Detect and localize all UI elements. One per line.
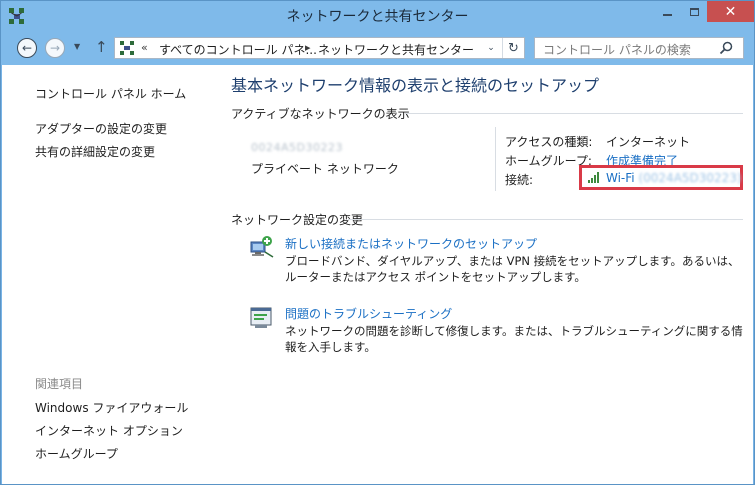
sidebar-link-internet-options[interactable]: インターネット オプション bbox=[35, 422, 183, 439]
new-connection-description: ブロードバンド、ダイヤルアップ、または VPN 接続をセットアップします。あるい… bbox=[285, 254, 740, 284]
close-icon: ✕ bbox=[724, 3, 737, 20]
sidebar: コントロール パネル ホーム アダプターの設定の変更 共有の詳細設定の変更 関連… bbox=[2, 65, 217, 484]
vertical-divider bbox=[495, 127, 496, 191]
troubleshoot-icon bbox=[250, 307, 272, 328]
troubleshoot-description: ネットワークの問題を診断して修復します。または、トラブルシューティングに関する情… bbox=[285, 324, 743, 354]
recent-locations-button[interactable]: ▼ bbox=[74, 42, 80, 51]
access-type-value: インターネット bbox=[606, 135, 691, 149]
wifi-ssid: (0024A5D30223) bbox=[638, 171, 742, 185]
breadcrumb-item-network-center[interactable]: ネットワークと共有センター bbox=[318, 41, 474, 58]
window: ネットワークと共有センター ✕ ← → ▼ ↑ « すべてのコントロール パネ.… bbox=[0, 0, 755, 485]
minimize-icon bbox=[663, 14, 672, 16]
up-button[interactable]: ↑ bbox=[95, 38, 108, 56]
content-area: コントロール パネル ホーム アダプターの設定の変更 共有の詳細設定の変更 関連… bbox=[2, 65, 753, 484]
address-dropdown-button[interactable]: ⌄ bbox=[481, 38, 501, 58]
chevron-down-icon: ⌄ bbox=[487, 43, 495, 53]
minimize-button[interactable] bbox=[654, 1, 681, 23]
wifi-signal-icon bbox=[588, 172, 599, 183]
forward-arrow-icon: → bbox=[49, 41, 61, 55]
search-input[interactable]: コントロール パネルの検索 bbox=[534, 37, 744, 59]
active-networks-heading: アクティブなネットワークの表示 bbox=[231, 107, 410, 121]
breadcrumb-overflow-icon[interactable]: « bbox=[141, 41, 148, 54]
address-bar[interactable]: « すべてのコントロール パネ... ▸ ネットワークと共有センター ⌄ ↻ bbox=[114, 37, 525, 59]
up-arrow-icon: ↑ bbox=[95, 38, 108, 56]
breadcrumb-item-control-panel[interactable]: すべてのコントロール パネ... bbox=[159, 41, 317, 58]
main-panel: 基本ネットワーク情報の表示と接続のセットアップ アクティブなネットワークの表示 … bbox=[217, 65, 753, 484]
related-items-heading: 関連項目 bbox=[35, 377, 84, 391]
sidebar-link-windows-firewall[interactable]: Windows ファイアウォール bbox=[35, 399, 188, 416]
back-button[interactable]: ← bbox=[17, 38, 37, 58]
new-connection-link[interactable]: 新しい接続またはネットワークのセットアップ bbox=[285, 235, 537, 252]
chevron-down-icon: ▼ bbox=[74, 42, 81, 51]
navigation-bar: ← → ▼ ↑ « すべてのコントロール パネ... ▸ ネットワークと共有セン… bbox=[1, 31, 754, 65]
search-placeholder: コントロール パネルの検索 bbox=[543, 43, 691, 57]
access-type-label: アクセスの種類: bbox=[505, 135, 593, 149]
section-divider bbox=[348, 219, 743, 220]
refresh-button[interactable]: ↻ bbox=[502, 38, 524, 58]
forward-button[interactable]: → bbox=[45, 38, 65, 58]
window-title: ネットワークと共有センター bbox=[286, 9, 469, 25]
wifi-label: Wi-Fi bbox=[606, 171, 635, 185]
maximize-button[interactable] bbox=[681, 1, 708, 23]
page-title: 基本ネットワーク情報の表示と接続のセットアップ bbox=[231, 76, 600, 95]
connection-label: 接続: bbox=[505, 173, 534, 187]
refresh-icon: ↻ bbox=[508, 40, 519, 56]
control-panel-icon bbox=[120, 41, 134, 55]
search-icon[interactable] bbox=[718, 40, 734, 56]
close-button[interactable]: ✕ bbox=[707, 1, 754, 22]
section-divider bbox=[405, 113, 743, 114]
maximize-icon bbox=[690, 8, 699, 16]
change-settings-heading: ネットワーク設定の変更 bbox=[231, 213, 364, 227]
new-connection-icon bbox=[250, 236, 274, 258]
sidebar-link-sharing-settings[interactable]: 共有の詳細設定の変更 bbox=[35, 143, 155, 160]
sidebar-link-control-panel-home[interactable]: コントロール パネル ホーム bbox=[35, 85, 186, 102]
sidebar-link-homegroup[interactable]: ホームグループ bbox=[35, 445, 118, 462]
title-bar[interactable]: ネットワークと共有センター ✕ bbox=[1, 1, 754, 31]
breadcrumb-separator-icon[interactable]: ▸ bbox=[305, 41, 311, 54]
network-type: プライベート ネットワーク bbox=[251, 162, 399, 176]
troubleshoot-link[interactable]: 問題のトラブルシューティング bbox=[285, 305, 452, 322]
wifi-connection-link[interactable]: Wi-Fi (0024A5D30223) bbox=[606, 171, 742, 185]
back-arrow-icon: ← bbox=[21, 41, 33, 55]
network-name: 0024A5D30223 bbox=[251, 141, 343, 154]
sidebar-link-adapter-settings[interactable]: アダプターの設定の変更 bbox=[35, 120, 167, 137]
